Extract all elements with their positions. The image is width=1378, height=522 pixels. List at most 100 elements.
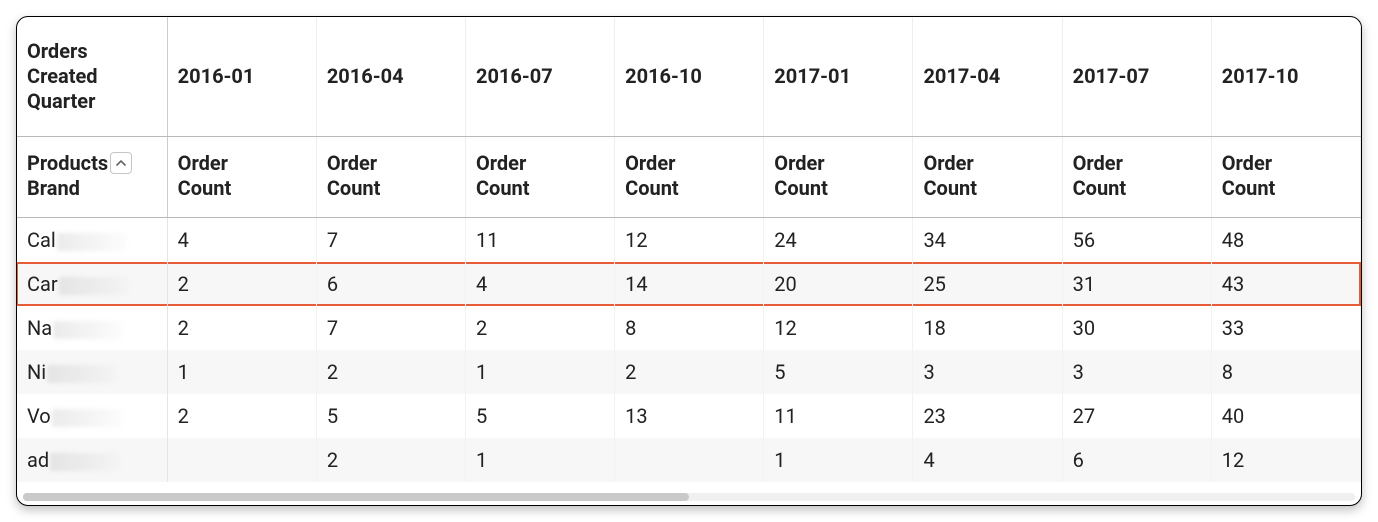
pivot-table: Orders Created Quarter 2016-01 2016-04 2… (17, 17, 1361, 482)
chevron-up-icon (116, 158, 126, 168)
value-cell[interactable]: 5 (764, 350, 913, 394)
value-cell[interactable]: 11 (465, 218, 614, 263)
value-cell[interactable]: 2 (167, 262, 316, 306)
measure-header[interactable]: OrderCount (465, 137, 614, 218)
header-label: Order (774, 151, 824, 175)
table-row[interactable]: Car 2 64 142025 31 43 (17, 262, 1361, 306)
value-cell[interactable]: 24 (764, 218, 913, 263)
value-cell[interactable]: 3 (913, 350, 1062, 394)
value-cell[interactable]: 1 (465, 350, 614, 394)
value-cell[interactable]: 12 (764, 306, 913, 350)
value-cell[interactable]: 20 (764, 262, 913, 306)
value-cell[interactable]: 25 (913, 262, 1062, 306)
quarter-header[interactable]: 2016-01 (167, 17, 316, 137)
value-cell[interactable]: 4 (167, 218, 316, 263)
quarter-header[interactable]: 2017-10 (1211, 17, 1360, 137)
value-cell[interactable]: 27 (1062, 394, 1211, 438)
cell-value: 31 (1073, 272, 1095, 296)
value-cell[interactable]: 14 (615, 262, 764, 306)
value-cell[interactable]: 48 (1211, 218, 1360, 263)
measure-header[interactable]: OrderCount (764, 137, 913, 218)
measure-header[interactable]: OrderCount (1211, 137, 1360, 218)
cell-value: 6 (1073, 448, 1084, 472)
quarter-header[interactable]: 2016-10 (615, 17, 764, 137)
measure-header[interactable]: OrderCount (913, 137, 1062, 218)
brand-cell[interactable]: ad (17, 438, 167, 482)
value-cell[interactable]: 2 (615, 350, 764, 394)
value-cell[interactable]: 2 (167, 394, 316, 438)
quarter-header[interactable]: 2016-07 (465, 17, 614, 137)
brand-cell[interactable]: Vo (17, 394, 167, 438)
value-cell[interactable]: 5 (316, 394, 465, 438)
cell-value: 40 (1222, 404, 1244, 428)
horizontal-scrollbar[interactable] (23, 493, 1355, 501)
header-label: Order (1073, 151, 1123, 175)
value-cell[interactable]: 33 (1211, 306, 1360, 350)
value-cell[interactable] (167, 438, 316, 482)
brand-cell[interactable]: Cal (17, 218, 167, 263)
value-cell[interactable]: 18 (913, 306, 1062, 350)
value-cell[interactable]: 8 (1211, 350, 1360, 394)
value-cell[interactable]: 40 (1211, 394, 1360, 438)
value-cell[interactable]: 4 (913, 438, 1062, 482)
quarter-header[interactable]: 2016-04 (316, 17, 465, 137)
sort-toggle-button[interactable] (110, 152, 132, 174)
value-cell[interactable] (615, 438, 764, 482)
cell-value: 24 (774, 228, 796, 252)
value-cell[interactable]: 1 (167, 350, 316, 394)
table-row[interactable]: Na272812183033 (17, 306, 1361, 350)
value-cell[interactable]: 6 (316, 262, 465, 306)
value-cell[interactable]: 1 (465, 438, 614, 482)
brand-cell[interactable]: Ni (17, 350, 167, 394)
measure-header[interactable]: OrderCount (615, 137, 764, 218)
redacted-text (47, 365, 117, 383)
cell-value: 2 (178, 272, 189, 296)
value-cell[interactable]: 56 (1062, 218, 1211, 263)
value-cell[interactable]: 31 (1062, 262, 1211, 306)
measure-header[interactable]: OrderCount (316, 137, 465, 218)
value-cell[interactable]: 43 (1211, 262, 1360, 306)
brand-prefix: Cal (27, 228, 56, 252)
value-cell[interactable]: 2 (316, 350, 465, 394)
quarter-header[interactable]: 2017-07 (1062, 17, 1211, 137)
row-dimension-header[interactable]: Orders Created Quarter (17, 17, 167, 137)
value-cell[interactable]: 7 (316, 218, 465, 263)
cell-value: 56 (1073, 228, 1095, 252)
value-cell[interactable]: 13 (615, 394, 764, 438)
table-row[interactable]: ad2114612 (17, 438, 1361, 482)
value-cell[interactable]: 2 (465, 306, 614, 350)
table-row[interactable]: Vo2551311232740 (17, 394, 1361, 438)
cell-value: 4 (476, 272, 487, 296)
value-cell[interactable]: 11 (764, 394, 913, 438)
value-cell[interactable]: 1 (764, 438, 913, 482)
value-cell[interactable]: 2 (316, 438, 465, 482)
cell-value: 7 (327, 316, 338, 340)
header-label: 2017-07 (1073, 64, 1150, 88)
cell-value: 2 (178, 316, 189, 340)
cell-value: 1 (774, 448, 785, 472)
value-cell[interactable]: 4 (465, 262, 614, 306)
quarter-header[interactable]: 2017-01 (764, 17, 913, 137)
cell-value: 5 (327, 404, 338, 428)
value-cell[interactable]: 8 (615, 306, 764, 350)
value-cell[interactable]: 7 (316, 306, 465, 350)
value-cell[interactable]: 3 (1062, 350, 1211, 394)
column-dimension-header[interactable]: Products Brand (17, 137, 167, 218)
value-cell[interactable]: 12 (1211, 438, 1360, 482)
cell-value: 5 (774, 360, 785, 384)
value-cell[interactable]: 34 (913, 218, 1062, 263)
value-cell[interactable]: 2 (167, 306, 316, 350)
scrollbar-thumb[interactable] (23, 493, 689, 501)
table-row[interactable]: Ni12125338 (17, 350, 1361, 394)
brand-cell[interactable]: Car (17, 262, 167, 306)
brand-cell[interactable]: Na (17, 306, 167, 350)
quarter-header[interactable]: 2017-04 (913, 17, 1062, 137)
value-cell[interactable]: 30 (1062, 306, 1211, 350)
measure-header[interactable]: OrderCount (1062, 137, 1211, 218)
value-cell[interactable]: 6 (1062, 438, 1211, 482)
measure-header[interactable]: OrderCount (167, 137, 316, 218)
table-row[interactable]: Cal 471112 24 34 56 48 (17, 218, 1361, 263)
value-cell[interactable]: 23 (913, 394, 1062, 438)
value-cell[interactable]: 5 (465, 394, 614, 438)
value-cell[interactable]: 12 (615, 218, 764, 263)
